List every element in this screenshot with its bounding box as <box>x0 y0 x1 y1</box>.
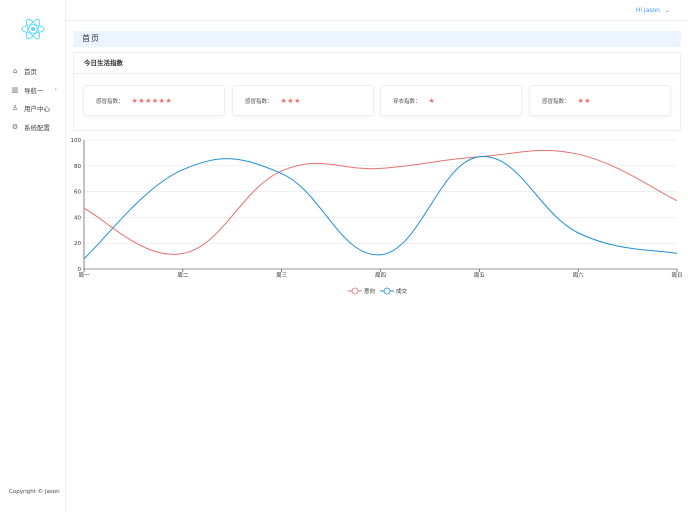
y-tick-label: 80 <box>74 164 81 170</box>
x-tick-label: 周日 <box>671 272 682 279</box>
x-tick-label: 周五 <box>474 272 486 279</box>
x-tick-label: 周六 <box>573 271 585 279</box>
x-tick-label: 周三 <box>276 272 288 279</box>
y-tick-label: 100 <box>71 138 82 144</box>
x-tick-label: 周一 <box>78 272 90 279</box>
legend-label: 意向 <box>364 287 375 295</box>
legend-label: 成交 <box>396 287 408 295</box>
line-chart: 020406080100周一 周二 周三 周四 周五 周六 周日意向 成交 <box>71 138 683 295</box>
legend-marker-icon <box>351 287 359 295</box>
y-tick-label: 40 <box>74 215 81 221</box>
x-tick-label: 周二 <box>177 272 189 279</box>
y-tick-label: 20 <box>74 241 81 247</box>
legend-marker-icon <box>383 287 391 295</box>
x-tick-label: 周四 <box>375 272 386 279</box>
y-tick-label: 60 <box>74 190 81 196</box>
